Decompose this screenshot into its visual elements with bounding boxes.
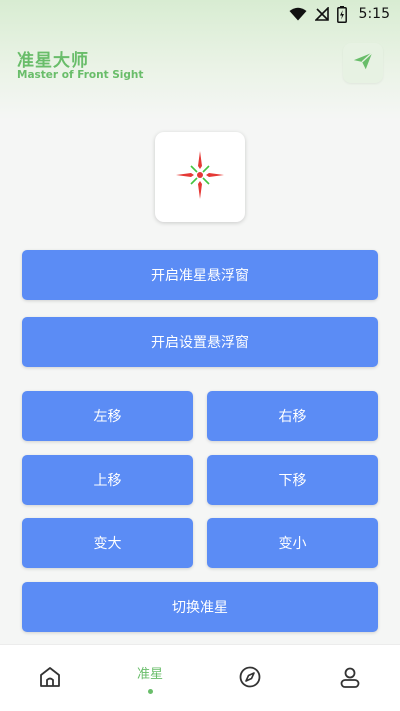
app-title: 准星大师 — [17, 51, 89, 71]
profile-icon — [338, 665, 362, 693]
compass-icon — [238, 665, 262, 693]
nav-item-profile[interactable] — [300, 645, 400, 711]
signal-off-icon — [314, 7, 329, 21]
app-subtitle: Master of Front Sight — [17, 69, 144, 81]
crosshair-preview — [155, 132, 245, 222]
send-icon — [352, 50, 374, 76]
share-button[interactable] — [343, 43, 383, 83]
crosshair-icon — [170, 145, 230, 209]
battery-icon — [336, 5, 347, 23]
nav-item-crosshair[interactable]: 准星 — [100, 645, 200, 711]
open-settings-overlay-button[interactable]: 开启设置悬浮窗 — [22, 317, 378, 367]
move-up-button[interactable]: 上移 — [22, 455, 193, 505]
open-crosshair-overlay-button[interactable]: 开启准星悬浮窗 — [22, 250, 378, 300]
bottom-navigation: 准星 — [0, 644, 400, 711]
shrink-button[interactable]: 变小 — [207, 518, 378, 568]
wifi-icon — [289, 7, 307, 21]
status-bar: 5:15 — [0, 0, 400, 28]
move-left-button[interactable]: 左移 — [22, 391, 193, 441]
clock: 5:15 — [358, 6, 390, 22]
move-down-button[interactable]: 下移 — [207, 455, 378, 505]
nav-item-discover[interactable] — [200, 645, 300, 711]
active-indicator — [147, 689, 153, 694]
home-icon — [38, 665, 62, 693]
switch-crosshair-button[interactable]: 切换准星 — [22, 582, 378, 632]
nav-label-crosshair: 准星 — [136, 667, 163, 682]
nav-item-home[interactable] — [0, 645, 100, 711]
move-right-button[interactable]: 右移 — [207, 391, 378, 441]
enlarge-button[interactable]: 变大 — [22, 518, 193, 568]
